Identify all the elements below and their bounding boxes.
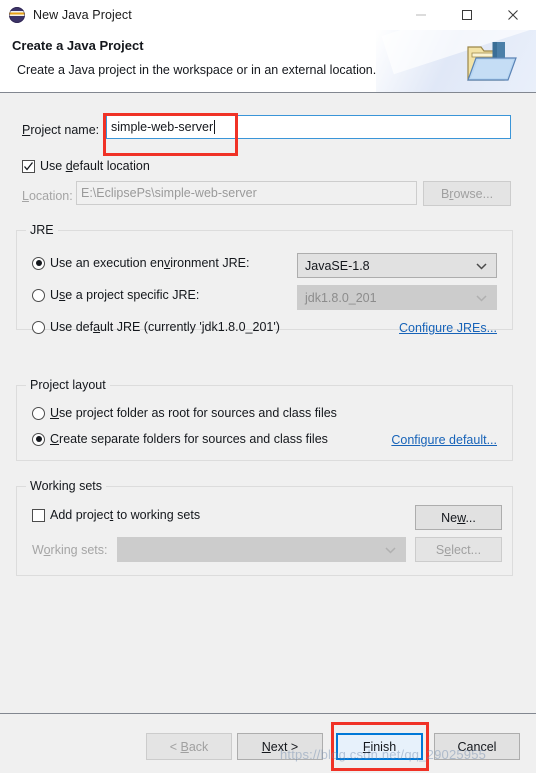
chevron-down-icon	[476, 259, 487, 273]
project-name-label: PProject name:roject name:	[22, 123, 100, 137]
jre-execution-environment-value: JavaSE-1.8	[305, 258, 370, 273]
project-name-value: simple-web-server	[111, 120, 214, 134]
cancel-button[interactable]: CancelCancel	[434, 733, 520, 760]
location-value: E:\EclipsePs\simple-web-server	[81, 186, 257, 200]
working-sets-label: Working sets:Working sets:	[32, 543, 108, 557]
jre-project-specific-combo[interactable]: jdk1.8.0_201	[297, 285, 497, 310]
finish-button[interactable]: FinishFinish	[336, 733, 423, 760]
jre-option-default[interactable]: Use default JRE (currently 'jdk1.8.0_201…	[32, 320, 280, 334]
chevron-down-icon	[385, 543, 396, 557]
maximize-icon[interactable]	[444, 0, 490, 30]
new-working-set-button[interactable]: New...New...	[415, 505, 502, 530]
close-icon[interactable]	[490, 0, 536, 30]
jre-project-specific-value: jdk1.8.0_201	[305, 290, 377, 305]
jre-execution-environment-combo[interactable]: JavaSE-1.8	[297, 253, 497, 278]
location-input[interactable]: E:\EclipsePs\simple-web-server	[76, 181, 417, 205]
working-sets-group: Working sets Add project to working sets…	[16, 479, 513, 576]
new-java-project-dialog: New Java Project Create a Java Project C…	[0, 0, 536, 773]
next-button[interactable]: Next >Next >	[237, 733, 323, 760]
window-title: New Java Project	[33, 8, 132, 22]
layout-option-separate-folders[interactable]: Create separate folders for sources and …	[32, 432, 328, 446]
jre-group-title: JRE	[26, 223, 58, 237]
project-layout-group: Project layout Use project folder as roo…	[16, 378, 513, 461]
checkbox-unchecked-icon	[32, 508, 45, 522]
radio-unselected-icon	[32, 320, 45, 334]
dialog-header: Create a Java Project Create a Java proj…	[0, 30, 536, 93]
java-project-folder-icon	[464, 35, 522, 87]
text-caret	[214, 120, 216, 134]
dialog-body: PProject name:roject name: simple-web-se…	[0, 93, 536, 713]
minimize-icon[interactable]	[398, 0, 444, 30]
back-button[interactable]: < Back< Back	[146, 733, 232, 760]
checkbox-checked-icon	[22, 159, 35, 173]
project-name-input[interactable]: simple-web-server	[106, 115, 511, 139]
radio-unselected-icon	[32, 288, 45, 302]
configure-default-link[interactable]: Configure default...	[391, 433, 497, 447]
add-project-to-working-sets-checkbox[interactable]: Add project to working setsAdd project t…	[32, 508, 200, 522]
jre-option-execution-environment[interactable]: Use an execution environment JRE:Use an …	[32, 256, 249, 270]
window-controls	[398, 0, 536, 30]
radio-selected-icon	[32, 256, 45, 270]
project-layout-group-title: Project layout	[26, 378, 110, 392]
layout-option-project-folder-root[interactable]: Use project folder as root for sources a…	[32, 406, 337, 420]
configure-jres-link[interactable]: Configure JREs...	[399, 321, 497, 335]
select-working-sets-button[interactable]: Select...Select...	[415, 537, 502, 562]
chevron-down-icon	[476, 291, 487, 305]
page-title: Create a Java Project	[12, 38, 144, 53]
location-label: Location:Location:	[22, 189, 73, 203]
jre-group: JRE Use an execution environment JRE:Use…	[16, 223, 513, 335]
jre-option-project-specific[interactable]: Use a project specific JRE:Use a project…	[32, 288, 199, 302]
working-sets-group-title: Working sets	[26, 479, 107, 493]
page-description: Create a Java project in the workspace o…	[17, 63, 377, 77]
working-sets-combo[interactable]	[117, 537, 406, 562]
browse-button[interactable]: Browse...Browse...	[423, 181, 511, 206]
radio-selected-icon	[32, 432, 45, 446]
radio-unselected-icon	[32, 406, 45, 420]
eclipse-sphere-icon	[9, 7, 25, 23]
use-default-location-checkbox[interactable]: Use default locationUse default location	[22, 159, 150, 173]
